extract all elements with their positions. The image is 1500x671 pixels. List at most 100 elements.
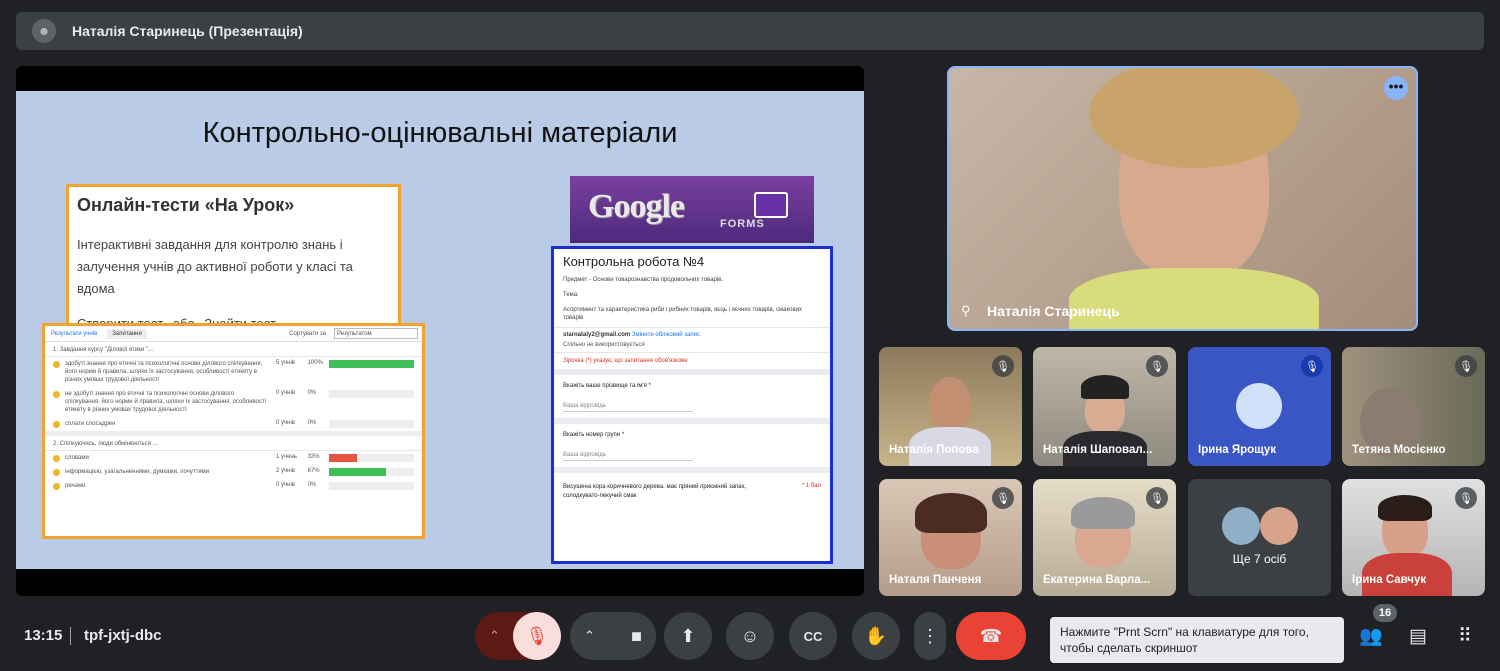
google-forms-sub: FORMS [720,218,765,230]
question-2-answers: словами 1 учень 33% інформацією, узагальнен… [45,451,422,493]
more-vert-icon: ⋮ [921,625,939,646]
chat-icon[interactable]: ▤ [1404,622,1432,650]
participant-tile[interactable]: 🎙 Наталя Панченя [879,479,1022,596]
answer-text: сплати слосадрен [65,421,116,427]
screenshot-tooltip: Нажмите "Prnt Scrn" на клавиатуре для то… [1050,617,1344,663]
participant-avatar [1222,507,1260,545]
answer-count: 0 учнів [276,482,295,488]
mic-off-icon: 🎙 [1301,355,1323,377]
participant-tile[interactable]: 🎙 Ірина Савчук [1342,479,1485,596]
naurok-text: Інтерактивні завдання для контролю знань… [77,237,353,296]
participant-tile[interactable]: 🎙 Наталія Шаповал... [1033,347,1176,466]
speaker-tile[interactable]: ••• ⚲ Наталія Старинець [947,66,1418,331]
answer-count: 0 учнів [276,390,295,396]
participant-name: Наталія Попова [889,444,979,456]
camera-icon[interactable]: ■ [631,626,642,647]
question-1-answers: здобуті знання про етичні та психологічн… [45,357,422,431]
answer-text: інформацією, узагальненнями, думками, по… [65,469,210,475]
answer-bar [329,420,415,428]
answer-bullet [53,455,60,462]
form-subject: Предмет - Основи товарознавства продовол… [563,277,724,283]
account-email: starnataly2@gmail.com [563,332,631,338]
raise-hand-button[interactable]: ✋ [852,612,900,660]
present-button[interactable]: ⬆ [664,612,712,660]
captions-button[interactable]: CC [789,612,837,660]
people-icon[interactable]: 👥 [1357,622,1385,650]
answer-bar-fill [329,360,415,368]
emoji-button[interactable]: ☺ [726,612,774,660]
mic-off-icon: 🎙 [992,355,1014,377]
answer-count: 5 учнів [276,360,295,366]
answer-count: 2 учнів [276,468,295,474]
participant-tile[interactable]: 🎙 Ірина Ярощук [1188,347,1331,466]
camera-control[interactable]: ⌃ ■ [570,612,656,660]
emoji-icon: ☺ [740,625,760,646]
answer-percent: 67% [307,468,320,474]
forms-icon [754,192,788,218]
form-question-name-answer: Ваша відповідь [563,403,693,412]
more-participants-label: Ще 7 осіб [1232,552,1287,566]
participant-name: Тетяна Мосієнко [1352,444,1446,456]
more-options-button[interactable]: ⋮ [914,612,946,660]
form-question-name-label: Вкажіть ваше прізвище та ім'я * [563,383,651,389]
answer-bullet [53,391,60,398]
pin-icon[interactable]: ⚲ [961,303,971,319]
answer-percent: 0% [307,420,317,426]
answer-row: словами 1 учень 33% [45,451,422,465]
answer-bar [329,482,415,490]
participant-name: Ірина Ярощук [1198,444,1276,456]
more-options-icon[interactable]: ••• [1384,76,1408,100]
meeting-controls: 13:15 tpf-jxtj-dbc ⌃ 🎙 ⌃ ■ ⬆ ☺ CC ✋ ⋮ ☎ … [0,600,1500,671]
participant-name: Екатерина Варла... [1043,574,1151,586]
required-note: Зірочка (*) указує, що запитання обов'яз… [554,352,830,369]
leave-call-button[interactable]: ☎ [956,612,1026,660]
mic-off-icon[interactable]: 🎙 [513,612,561,660]
participant-tile[interactable]: 🎙 Тетяна Мосієнко [1342,347,1485,466]
camera-options-icon[interactable]: ⌃ [584,628,595,644]
answer-percent: 0% [307,482,317,488]
mic-off-icon: 🎙 [1146,487,1168,509]
divider [70,627,71,645]
slide-title: Контрольно-оцінювальні матеріали [202,117,678,149]
answer-bar [329,454,415,462]
answer-bullet [53,421,60,428]
activities-icon[interactable]: ⠿ [1451,622,1479,650]
present-screen-icon: ⬆ [680,625,696,646]
answer-percent: 100% [307,360,323,366]
answer-row: інформацією, узагальненнями, думками, по… [45,465,422,479]
answer-bullet [53,469,60,476]
mic-control[interactable]: ⌃ 🎙 [475,612,561,660]
form-title: Контрольна робота №4 [563,254,705,269]
participants-count-badge: 16 [1373,604,1397,622]
answer-text: словами [65,455,89,461]
not-shared-text: Спільно не використовується [563,342,645,348]
answer-row: сплати слосадрен 0 учнів 0% [45,417,422,431]
captions-icon: CC [803,628,823,644]
sort-select: Результатом [334,328,418,339]
answer-bar-fill [329,468,387,476]
answer-row: речами 0 учнів 0% [45,479,422,493]
form-question-name: Вкажіть ваше прізвище та ім'я * Ваша від… [554,375,830,418]
form-question-3-label: Висушена кора коричневого дерева, має пр… [563,484,747,499]
answer-bullet [53,483,60,490]
mic-options-icon[interactable]: ⌃ [489,628,500,644]
answer-bar-fill [329,454,358,462]
speaker-name: Наталія Старинець [987,303,1120,319]
more-participants-tile[interactable]: Ще 7 осіб [1188,479,1331,596]
answer-row: здобуті знання про етичні та психологічн… [45,357,422,387]
participant-tile[interactable]: 🎙 Екатерина Варла... [1033,479,1176,596]
answer-bar [329,360,415,368]
presentation-title: Наталія Старинець (Презентація) [72,23,303,39]
mic-off-icon: 🎙 [1455,355,1477,377]
participant-avatar [1260,507,1298,545]
answer-count: 0 учнів [276,420,295,426]
tab-questions: Запитання [107,328,147,339]
participant-tile[interactable]: 🎙 Наталія Попова [879,347,1022,466]
form-question-group: Вкажіть номер групи * Ваша відповідь [554,424,830,467]
end-call-icon: ☎ [979,625,1003,646]
shared-screen[interactable]: Контрольно-оцінювальні матеріали Онлайн-… [16,66,864,596]
form-theme: Асортимент та характеристика риби і рибн… [563,307,803,321]
meeting-code: tpf-jxtj-dbc [84,627,162,644]
answer-bar [329,468,415,476]
mic-off-icon: 🎙 [1455,487,1477,509]
